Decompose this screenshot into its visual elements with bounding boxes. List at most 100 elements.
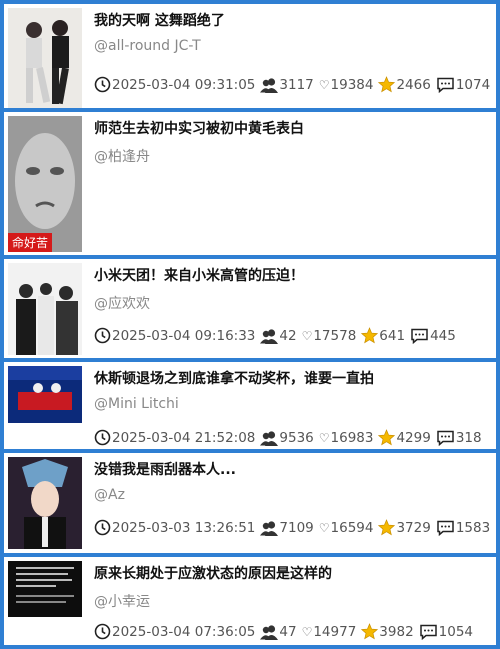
heart-icon: ♡: [301, 624, 313, 639]
play-count-group: 47: [260, 623, 297, 640]
comment-icon: [436, 520, 456, 536]
video-stats: 2025-03-04 09:31:05 3117 ♡ 19384 2466 1074: [94, 76, 492, 93]
like-count-group: ♡ 19384: [319, 77, 374, 93]
video-author[interactable]: @柏逢舟: [94, 146, 150, 166]
video-stats: 2025-03-03 13:26:51 7109 ♡ 16594 3729 1583: [94, 519, 492, 536]
video-author[interactable]: @Az: [94, 487, 125, 503]
star-icon: [378, 519, 396, 536]
heart-icon: ♡: [318, 77, 330, 92]
play-count: 9536: [279, 429, 314, 446]
video-thumbnail[interactable]: [8, 263, 82, 355]
clock-icon: [94, 76, 112, 93]
star-icon: [361, 327, 379, 344]
publish-date-group: 2025-03-03 13:26:51: [94, 519, 255, 536]
clock-icon: [94, 429, 112, 446]
video-thumbnail[interactable]: [8, 366, 82, 423]
favorite-count-group: 4299: [378, 429, 431, 446]
comment-count-group: 445: [410, 328, 456, 344]
video-title[interactable]: 休斯顿退场之到底谁拿不动奖杯，谁要一直拍: [94, 368, 490, 388]
video-title[interactable]: 我的天啊 这舞蹈绝了: [94, 10, 490, 30]
star-icon: [378, 76, 396, 93]
like-count: 16594: [330, 519, 374, 536]
video-thumbnail[interactable]: 命好苦: [8, 116, 82, 252]
like-count: 17578: [313, 327, 357, 344]
play-count: 47: [279, 623, 297, 640]
publish-date: 2025-03-03 13:26:51: [112, 519, 256, 536]
clock-icon: [94, 623, 112, 640]
video-card[interactable]: 小米天团！来自小米高管的压迫！ @应欢欢 2025-03-04 09:16:33 42…: [4, 259, 496, 358]
comment-icon: [410, 328, 430, 344]
comment-icon: [436, 77, 456, 93]
like-count: 14977: [313, 623, 357, 640]
publish-date: 2025-03-04 09:31:05: [112, 76, 256, 93]
video-list: 我的天啊 这舞蹈绝了 @all-round JC-T 2025-03-04 09:3…: [0, 0, 500, 649]
people-icon: [260, 520, 279, 536]
people-icon: [260, 624, 279, 640]
clock-icon: [94, 327, 112, 344]
video-card[interactable]: 没错我是雨刮器本人... @Az 2025-03-03 13:26:51 7109 ♡ 1…: [4, 453, 496, 553]
comment-count: 1583: [455, 519, 491, 536]
video-thumbnail[interactable]: [8, 457, 82, 549]
play-count: 42: [279, 327, 297, 344]
favorite-count-group: 2466: [378, 76, 431, 93]
video-card[interactable]: 命好苦师范生去初中实习被初中黄毛表白@柏逢舟2025-03-03 17:26:5…: [4, 112, 496, 303]
favorite-count-group: 641: [361, 327, 405, 344]
video-stats: 2025-03-04 07:36:05 47 ♡ 14977 3982 1054: [94, 623, 492, 640]
play-count-group: 9536: [260, 429, 314, 446]
heart-icon: ♡: [318, 520, 330, 535]
thumbnail-caption: 命好苦: [8, 233, 53, 252]
play-count: 3117: [279, 76, 314, 93]
publish-date-group: 2025-03-04 21:52:08: [94, 429, 255, 446]
video-author[interactable]: @all-round JC-T: [94, 38, 201, 54]
video-card[interactable]: 我的天啊 这舞蹈绝了 @all-round JC-T 2025-03-04 09:3…: [4, 4, 496, 108]
comment-count: 1074: [455, 76, 491, 93]
comment-count-group: 318: [436, 430, 482, 446]
favorite-count-group: 3982: [361, 623, 414, 640]
publish-date-group: 2025-03-04 09:16:33: [94, 327, 255, 344]
play-count-group: 3117: [260, 76, 314, 93]
people-icon: [260, 77, 279, 93]
video-author[interactable]: @应欢欢: [94, 293, 150, 313]
video-thumbnail[interactable]: [8, 561, 82, 617]
favorite-count: 2466: [396, 76, 431, 93]
publish-date: 2025-03-04 07:36:05: [112, 623, 256, 640]
video-author[interactable]: @Mini Litchi: [94, 396, 179, 412]
video-card[interactable]: 休斯顿退场之到底谁拿不动奖杯，谁要一直拍 @Mini Litchi 2025-03-…: [4, 362, 496, 449]
clock-icon: [94, 519, 112, 536]
like-count: 16983: [330, 429, 374, 446]
people-icon: [260, 430, 279, 446]
play-count-group: 42: [260, 327, 297, 344]
play-count: 7109: [279, 519, 314, 536]
favorite-count-group: 3729: [378, 519, 431, 536]
people-icon: [260, 328, 279, 344]
like-count-group: ♡ 16594: [319, 520, 374, 536]
like-count-group: ♡ 14977: [302, 624, 357, 640]
comment-count: 445: [430, 327, 456, 344]
comment-icon: [436, 430, 456, 446]
video-stats: 2025-03-04 21:52:08 9536 ♡ 16983 4299 318: [94, 429, 492, 446]
like-count-group: ♡ 16983: [319, 430, 374, 446]
heart-icon: ♡: [301, 328, 313, 343]
video-title[interactable]: 小米天团！来自小米高管的压迫！: [94, 265, 490, 285]
video-author[interactable]: @小幸运: [94, 591, 150, 611]
comment-icon: [419, 624, 439, 640]
like-count: 19384: [330, 76, 374, 93]
video-thumbnail[interactable]: [8, 8, 82, 108]
video-title[interactable]: 原来长期处于应激状态的原因是这样的: [94, 563, 490, 583]
heart-icon: ♡: [318, 430, 330, 445]
publish-date: 2025-03-04 09:16:33: [112, 327, 256, 344]
publish-date: 2025-03-04 21:52:08: [112, 429, 256, 446]
like-count-group: ♡ 17578: [302, 328, 357, 344]
play-count-group: 7109: [260, 519, 314, 536]
video-title[interactable]: 没错我是雨刮器本人...: [94, 459, 490, 479]
favorite-count: 4299: [396, 429, 431, 446]
favorite-count: 641: [379, 327, 406, 344]
comment-count-group: 1074: [436, 77, 490, 93]
video-title[interactable]: 师范生去初中实习被初中黄毛表白: [94, 118, 490, 138]
video-card[interactable]: 原来长期处于应激状态的原因是这样的 @小幸运 2025-03-04 07:36:05…: [4, 557, 496, 645]
comment-count-group: 1583: [436, 520, 490, 536]
video-stats: 2025-03-04 09:16:33 42 ♡ 17578 641 445: [94, 327, 492, 344]
star-icon: [361, 623, 379, 640]
star-icon: [378, 429, 396, 446]
comment-count: 1054: [438, 623, 474, 640]
